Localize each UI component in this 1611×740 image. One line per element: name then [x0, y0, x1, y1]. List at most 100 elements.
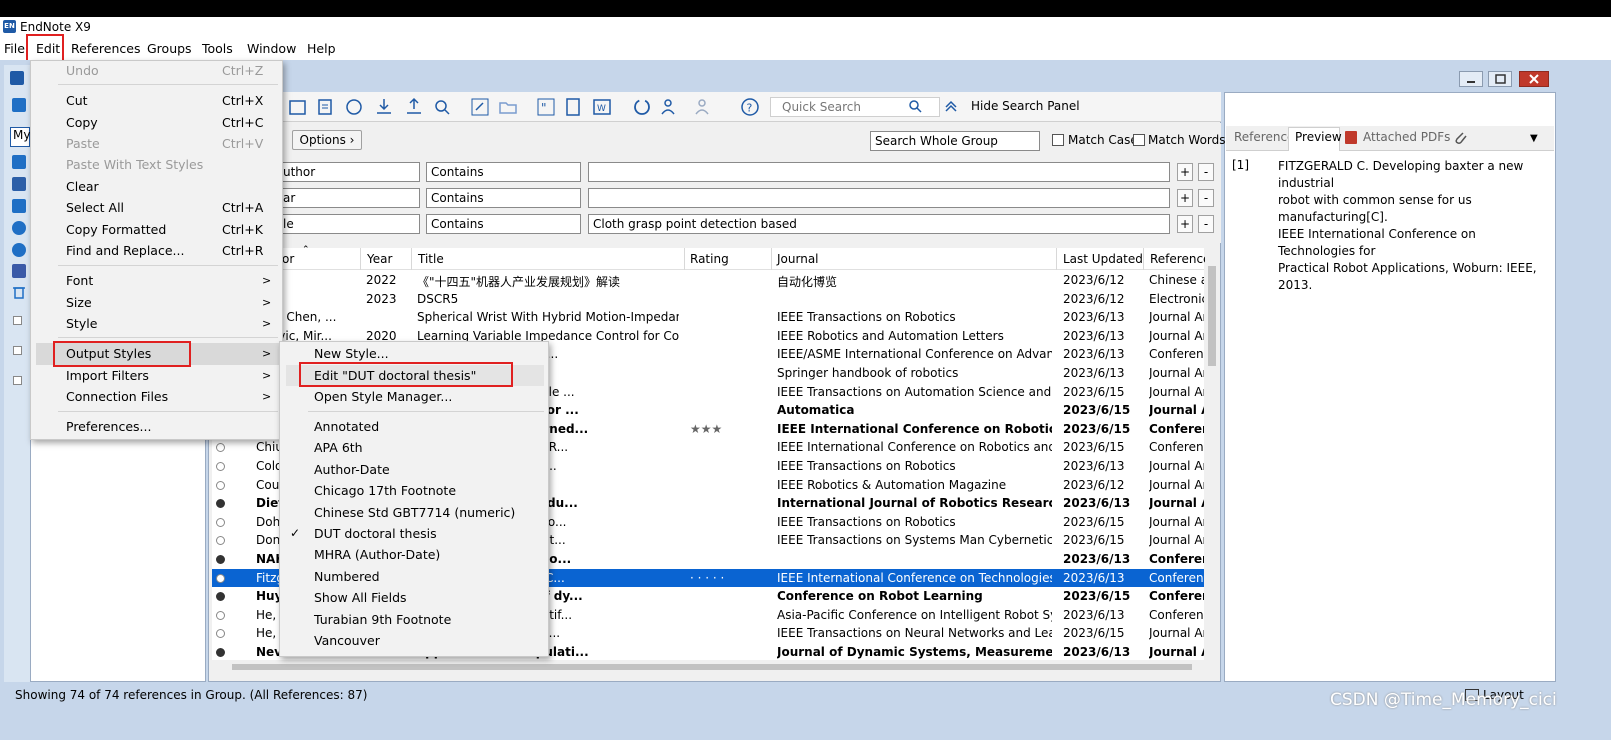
menu-preferences[interactable]: Preferences...	[66, 419, 151, 434]
unfiled-icon[interactable]	[12, 221, 26, 235]
sync-icon[interactable]	[632, 97, 652, 117]
add-row-button[interactable]: +	[1177, 163, 1193, 181]
menu-style[interactable]: Style	[66, 316, 97, 331]
read-status-icon[interactable]	[216, 480, 225, 490]
menu-clear[interactable]: Clear	[66, 179, 99, 194]
menu-size[interactable]: Size	[66, 295, 92, 310]
submenu-style-item[interactable]: Turabian 9th Footnote	[314, 612, 451, 627]
maximize-button[interactable]	[1488, 71, 1512, 87]
table-row[interactable]: Kun; Chen, ... Spherical Wrist With Hybri…	[212, 308, 1204, 327]
collapse-toggle-icon[interactable]	[13, 316, 22, 325]
remove-row-button[interactable]: -	[1198, 189, 1214, 207]
search-icon[interactable]	[908, 99, 922, 113]
new-reference-icon[interactable]	[288, 97, 308, 117]
configure-sync-icon[interactable]	[12, 177, 26, 191]
horizontal-scrollbar[interactable]	[212, 660, 1204, 674]
paperclip-icon[interactable]	[1452, 129, 1468, 147]
tab-reference[interactable]: Reference	[1234, 130, 1294, 144]
insert-citation-icon[interactable]: "	[536, 97, 556, 117]
panel-menu-icon[interactable]: ▼	[1530, 133, 1538, 144]
field-select-year[interactable]: ar	[278, 188, 420, 208]
group-share-icon[interactable]	[694, 97, 714, 117]
library-mode-box[interactable]: My	[10, 127, 30, 147]
collapse-toggle-icon[interactable]	[13, 346, 22, 355]
table-row[interactable]: 2023 DSCR5 2023/6/12 Electronic	[212, 290, 1204, 309]
trash-icon[interactable]	[12, 285, 26, 299]
column-header-rating[interactable]: Rating	[690, 252, 729, 266]
remove-row-button[interactable]: -	[1198, 215, 1214, 233]
read-status-icon[interactable]	[216, 592, 225, 602]
table-row[interactable]: 2022 《"十四五"机器人产业发展规划》解读 自动化博览 2023/6/12 Chin…	[212, 271, 1204, 290]
menu-font[interactable]: Font	[66, 273, 93, 288]
all-references-icon[interactable]	[12, 155, 26, 169]
recently-added-icon[interactable]	[12, 243, 26, 257]
menu-connection-files[interactable]: Connection Files	[66, 389, 168, 404]
share-icon[interactable]	[660, 97, 680, 117]
menu-file[interactable]: File	[4, 41, 25, 56]
column-header-journal[interactable]: Journal	[777, 252, 819, 266]
imported-references-icon[interactable]	[12, 199, 26, 213]
column-header-year[interactable]: Year	[367, 252, 392, 266]
menu-select-all[interactable]: Select All	[66, 200, 124, 215]
remove-row-button[interactable]: -	[1198, 163, 1214, 181]
submenu-style-item[interactable]: Numbered	[314, 569, 380, 584]
hide-search-panel-button[interactable]: Hide Search Panel	[971, 99, 1080, 113]
format-bibliography-icon[interactable]	[564, 97, 584, 117]
read-status-icon[interactable]	[216, 629, 225, 639]
open-link-icon[interactable]	[470, 97, 490, 117]
list-icon[interactable]	[316, 97, 336, 117]
match-words-checkbox[interactable]	[1133, 134, 1145, 146]
submenu-style-item[interactable]: Vancouver	[314, 633, 380, 648]
collapse-up-icon[interactable]	[944, 99, 958, 113]
vertical-scrollbar[interactable]	[1205, 248, 1219, 660]
collapse-toggle-icon[interactable]	[13, 376, 22, 385]
menu-window[interactable]: Window	[247, 41, 296, 56]
open-file-icon[interactable]	[498, 97, 518, 117]
help-icon[interactable]: ?	[740, 97, 760, 117]
menu-copy-formatted[interactable]: Copy Formatted	[66, 222, 166, 237]
read-status-icon[interactable]	[216, 517, 225, 527]
submenu-style-item[interactable]: Annotated	[314, 419, 379, 434]
menu-copy[interactable]: Copy	[66, 115, 98, 130]
column-header-reference-type[interactable]: Reference	[1150, 252, 1210, 266]
submenu-style-item[interactable]: MHRA (Author-Date)	[314, 547, 440, 562]
export-icon[interactable]	[404, 97, 424, 117]
add-row-button[interactable]: +	[1177, 215, 1193, 233]
search-value-input[interactable]	[588, 162, 1170, 182]
submenu-style-item[interactable]: Author-Date	[314, 462, 390, 477]
tab-preview[interactable]: Preview	[1295, 130, 1342, 144]
menu-undo[interactable]: Undo	[66, 63, 99, 78]
layout-icon[interactable]	[12, 98, 26, 112]
menu-find-and-replace[interactable]: Find and Replace...	[66, 243, 184, 258]
read-status-icon[interactable]	[216, 648, 225, 657]
menu-cut[interactable]: Cut	[66, 93, 88, 108]
read-status-icon[interactable]	[216, 536, 225, 546]
scroll-thumb[interactable]	[232, 664, 1192, 670]
submenu-style-item[interactable]: Show All Fields	[314, 590, 407, 605]
submenu-style-item[interactable]: Chicago 17th Footnote	[314, 483, 456, 498]
submenu-new-style[interactable]: New Style...	[314, 346, 389, 361]
word-icon[interactable]: W	[592, 97, 612, 117]
search-value-input[interactable]: Cloth grasp point detection based	[588, 214, 1170, 234]
operator-select[interactable]: Contains	[426, 214, 581, 234]
find-full-text-icon[interactable]	[432, 97, 452, 117]
column-header-last-updated[interactable]: Last Updated	[1063, 252, 1143, 266]
menu-references[interactable]: References	[71, 41, 140, 56]
read-status-icon[interactable]	[216, 573, 225, 583]
read-status-icon[interactable]	[216, 462, 225, 471]
field-select-title[interactable]: le	[278, 214, 420, 234]
menu-import-filters[interactable]: Import Filters	[66, 368, 149, 383]
read-status-icon[interactable]	[216, 443, 225, 453]
submenu-style-item[interactable]: Chinese Std GBT7714 (numeric)	[314, 505, 515, 520]
column-header-title[interactable]: Title	[418, 252, 444, 266]
submenu-style-item[interactable]: DUT doctoral thesis	[314, 526, 437, 541]
minimize-button[interactable]	[1459, 71, 1483, 87]
groups-icon[interactable]	[12, 264, 26, 278]
operator-select[interactable]: Contains	[426, 188, 581, 208]
menu-tools[interactable]: Tools	[202, 41, 233, 56]
menu-paste-with-text-styles[interactable]: Paste With Text Styles	[66, 157, 203, 172]
search-scope-select[interactable]: Search Whole Group	[870, 131, 1040, 151]
scroll-thumb[interactable]	[1208, 266, 1216, 366]
online-search-icon[interactable]	[344, 97, 364, 117]
operator-select[interactable]: Contains	[426, 162, 581, 182]
